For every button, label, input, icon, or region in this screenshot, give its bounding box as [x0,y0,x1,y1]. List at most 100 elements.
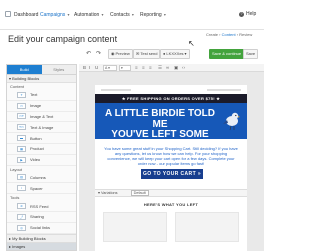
code-icon[interactable]: ‹› [182,65,185,70]
content-block-list: T Text ▭ Image ▭T Image & Text T▭ Text & Image ▬… [7,90,76,166]
step-review[interactable]: Review [239,32,252,37]
product-block[interactable] [103,212,167,242]
nav-dashboard[interactable]: Dashboard [14,12,38,18]
save-continue-button[interactable]: Save & continue [209,49,245,59]
email-template[interactable]: ★ FREE SHIPPING ON ORDERS OVER $75! ★ A … [95,85,247,251]
nav-contacts[interactable]: Contacts ▼ [110,12,135,18]
preview-label: Preview [115,51,130,56]
test-send-button[interactable]: ✉ Test send [133,49,161,59]
images-row[interactable]: ▸ Images [7,242,76,250]
block-label: Sharing [30,214,44,220]
panel-tabs: Build Styles [7,65,76,75]
page-title: Edit your campaign content [8,34,118,44]
nav-reporting-label: Reporting [140,12,162,18]
block-label: Text & Image [30,124,54,130]
align-left-icon[interactable]: ≡ [135,65,138,70]
block-sharing[interactable]: ⤴ Sharing [7,212,76,223]
block-label: Image & Text [30,113,54,119]
italic-icon[interactable]: I [89,65,90,70]
chevron-down-icon: ▾ [184,51,187,56]
nav-campaigns[interactable]: Campaigns ▼ [40,12,70,18]
chevron-down-icon: ▼ [131,13,135,17]
block-label: Columns [30,174,46,180]
variations-bar: ▾ Variations Default [95,189,247,197]
section-content: Content [10,84,25,89]
block-video[interactable]: ▶ Video [7,155,76,166]
tab-styles[interactable]: Styles [41,65,76,74]
block-label: Video [30,157,41,163]
block-rss-feed[interactable]: ≋ RSS Feed [7,201,76,212]
align-center-icon[interactable]: ≡ [142,65,145,70]
variations-toggle[interactable]: ▾ Variations [98,191,124,195]
building-blocks-title: Building Blocks [12,76,40,81]
nav-campaigns-label: Campaigns [40,12,66,18]
text-icon: T [17,91,26,98]
block-label: Image [30,103,42,109]
building-blocks-panel: Build Styles ▾ Building Blocks Content T… [6,64,77,251]
button-icon: ▬ [17,135,26,142]
nav-automation[interactable]: Automation ▼ [74,12,104,18]
block-image[interactable]: ▭ Image [7,101,76,112]
product-icon: ▦ [17,145,26,152]
hero-banner[interactable]: A LITTLE BIRDIE TOLD ME YOU'VE LEFT SOME… [95,103,247,150]
preview-button[interactable]: ◉ Preview [108,49,133,59]
undo-icon[interactable]: ↶ [86,50,91,57]
preheader-line [207,89,241,91]
redo-icon[interactable]: ↷ [96,50,101,57]
step-content[interactable]: Content [222,32,236,37]
spacer-icon: ↕ [17,185,26,192]
block-label: Button [30,135,42,141]
nav-reporting[interactable]: Reporting ▼ [140,12,167,18]
top-navigation: Dashboard Campaigns ▼ Automation ▼ Conta… [0,0,264,30]
save-button[interactable]: Save [243,49,259,59]
align-right-icon[interactable]: ≡ [149,65,152,70]
underline-icon[interactable]: U [95,65,98,70]
my-building-blocks-label: My Building Blocks [12,236,46,241]
bold-icon[interactable]: B [83,65,86,70]
block-text-image[interactable]: T▭ Text & Image [7,122,76,134]
default-variation-tab[interactable]: Default [130,190,149,196]
link-icon[interactable]: ∞ [166,65,169,70]
chevron-down-icon: ▼ [163,13,167,17]
hero-line-1: A LITTLE BIRDIE TOLD ME [105,108,215,130]
rich-text-bar: B I U A ▾ ▾ ≡ ≡ ≡ ☰ ∞ ▣ ‹› [79,64,264,72]
product-block[interactable] [175,212,239,242]
block-spacer[interactable]: ↕ Spacer [7,183,76,195]
tools-block-list: ≋ RSS Feed ⤴ Sharing ◎ Social links [7,201,76,234]
block-button[interactable]: ▬ Button [7,133,76,144]
image-icon[interactable]: ▣ [174,65,178,71]
user-dropdown[interactable]: ● LKXXXes ▾ [160,49,190,59]
my-building-blocks-row[interactable]: ▸ My Building Blocks [7,234,76,242]
sharing-icon: ⤴ [17,213,26,220]
help-label: Help [246,11,257,17]
step-create[interactable]: Create [206,32,218,37]
step-breadcrumb: Create › Content › Review [206,32,253,37]
block-image-text[interactable]: ▭T Image & Text [7,112,76,123]
preheader-line [101,89,131,91]
text-image-icon: T▭ [17,124,26,131]
list-icon[interactable]: ☰ [158,65,162,71]
social-links-icon: ◎ [17,224,26,231]
go-to-cart-button[interactable]: GO TO YOUR CART » [141,169,203,179]
building-blocks-header[interactable]: ▾ Building Blocks [7,75,76,83]
rss-feed-icon: ≋ [17,203,26,210]
section-tools: Tools [10,195,20,201]
size-select[interactable]: ▾ [119,65,131,71]
block-columns[interactable]: ▥ Columns [7,173,76,184]
font-select[interactable]: A ▾ [103,65,117,71]
block-label: Spacer [30,185,43,191]
email-body-text[interactable]: You have some great stuff in your Shoppi… [103,146,239,166]
variations-label: Variations [100,191,118,195]
app-logo-icon[interactable] [5,11,11,17]
help-link[interactable]: ? Help [239,11,256,17]
shipping-banner[interactable]: ★ FREE SHIPPING ON ORDERS OVER $75! ★ [95,94,247,103]
user-icon: ● [163,51,166,56]
mouse-cursor-icon: ↖ [188,39,195,48]
tab-build[interactable]: Build [7,65,42,74]
image-icon: ▭ [17,102,26,109]
block-text[interactable]: T Text [7,90,76,101]
block-social-links[interactable]: ◎ Social links [7,223,76,234]
block-product[interactable]: ▦ Product [7,144,76,155]
block-label: RSS Feed [30,203,49,209]
cart-section-heading[interactable]: HERE'S WHAT YOU LEFT [95,202,247,207]
